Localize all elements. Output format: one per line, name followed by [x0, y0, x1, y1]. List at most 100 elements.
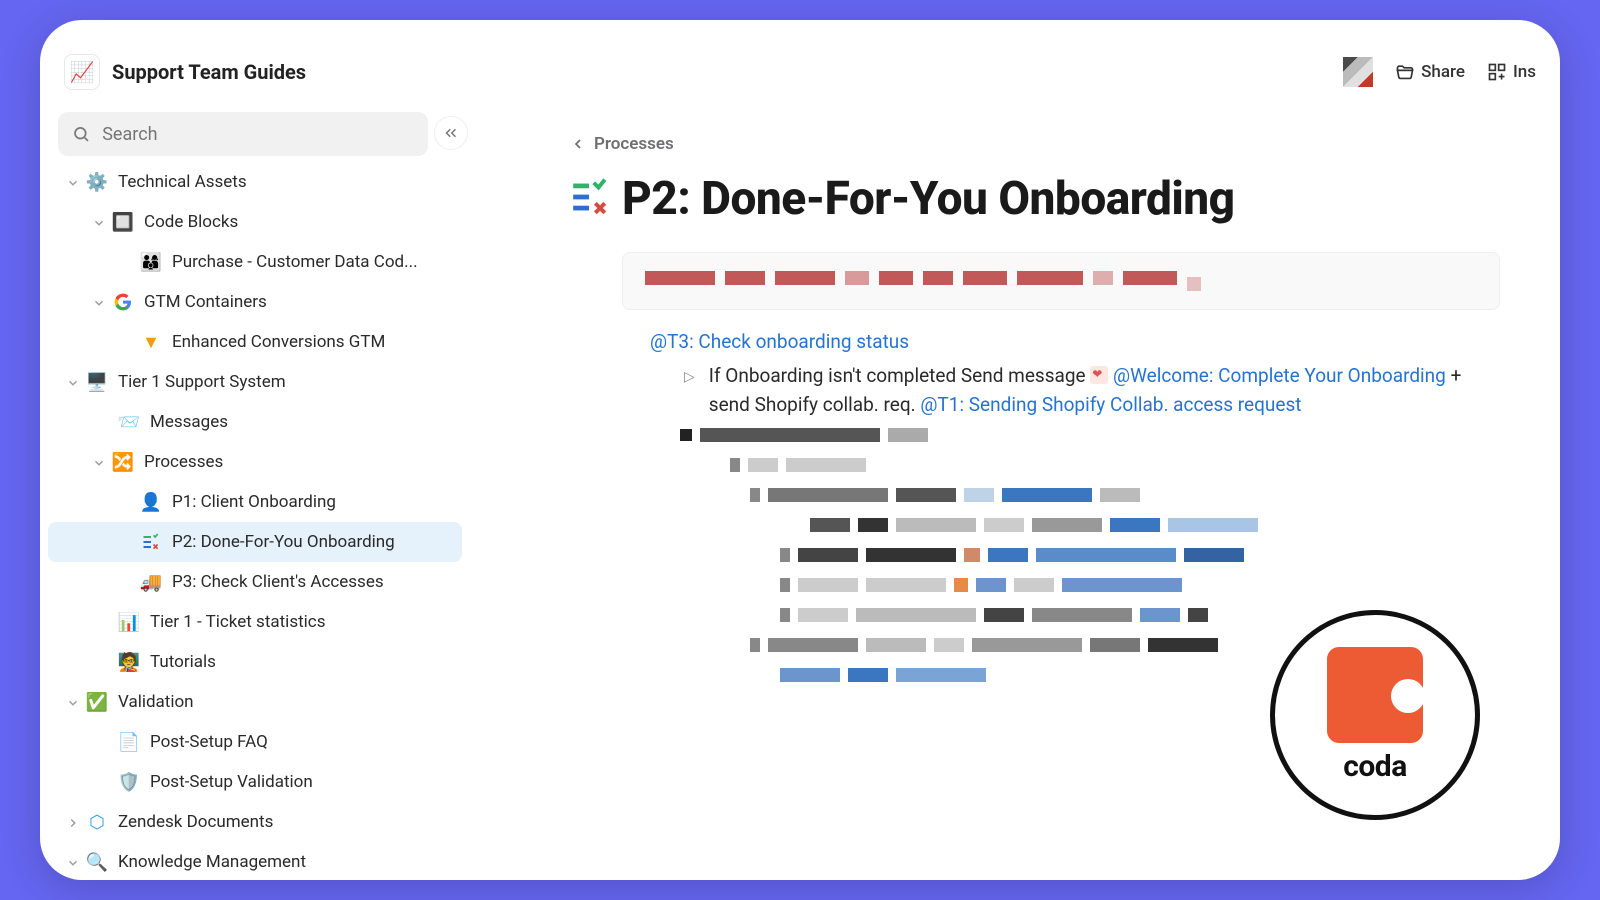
- sidebar-item-icon: [140, 531, 162, 553]
- sidebar-item[interactable]: 🔲 Code Blocks: [48, 202, 462, 242]
- sidebar-item[interactable]: 🔀 Processes: [48, 442, 462, 482]
- triangle-bullet-icon: ▷: [684, 367, 695, 420]
- sidebar-item-icon: ⬡: [86, 811, 108, 833]
- checklist-icon: [570, 178, 608, 220]
- sidebar-item-label: Knowledge Management: [118, 852, 306, 872]
- sidebar-item-icon: 👤: [140, 491, 162, 513]
- folder-open-icon: [1395, 62, 1415, 82]
- sidebar-item[interactable]: 🚚 P3: Check Client's Accesses: [48, 562, 462, 602]
- sidebar-item-icon: ⚙️: [86, 171, 108, 193]
- sidebar[interactable]: ⚙️ Technical Assets 🔲 Code Blocks 👨‍👩‍👦 Purch…: [48, 162, 462, 880]
- sidebar-item-icon: 📊: [118, 611, 140, 633]
- chevron-down-icon[interactable]: [66, 375, 80, 389]
- sidebar-item-label: Processes: [144, 452, 223, 472]
- doc-title[interactable]: Support Team Guides: [112, 60, 306, 84]
- sidebar-item-icon: [112, 291, 134, 313]
- chevron-down-icon[interactable]: [92, 455, 106, 469]
- sidebar-item-label: Tutorials: [150, 652, 216, 672]
- sidebar-item-icon: 🔲: [112, 211, 134, 233]
- coda-logo-text: coda: [1343, 749, 1407, 784]
- sidebar-item-label: Tier 1 Support System: [118, 372, 286, 392]
- sidebar-item[interactable]: 🛡️ Post-Setup Validation: [48, 762, 462, 802]
- sidebar-item-label: P2: Done-For-You Onboarding: [172, 532, 395, 552]
- chevron-down-icon[interactable]: [92, 295, 106, 309]
- sidebar-item-icon: 📨: [118, 411, 140, 433]
- sidebar-item-icon: ▼: [140, 331, 162, 353]
- sidebar-item-label: Messages: [150, 412, 228, 432]
- insert-button[interactable]: Ins: [1487, 62, 1536, 82]
- sidebar-item[interactable]: 👤 P1: Client Onboarding: [48, 482, 462, 522]
- collapse-sidebar-button[interactable]: [434, 116, 468, 150]
- search-icon: [72, 124, 90, 144]
- share-label: Share: [1421, 62, 1465, 82]
- sidebar-item[interactable]: 📨 Messages: [48, 402, 462, 442]
- obscured-content: [680, 428, 1310, 682]
- sidebar-item[interactable]: 🔍 Knowledge Management: [48, 842, 462, 880]
- sidebar-item[interactable]: ⚙️ Technical Assets: [48, 162, 462, 202]
- chevron-right-icon[interactable]: [66, 815, 80, 829]
- sidebar-item-icon: 🛡️: [118, 771, 140, 793]
- topbar: 📈 Support Team Guides Share Ins: [40, 46, 1560, 98]
- search-box[interactable]: [58, 112, 428, 156]
- page-header: P2: Done-For-You Onboarding: [570, 172, 1520, 226]
- sidebar-item[interactable]: 🖥️ Tier 1 Support System: [48, 362, 462, 402]
- doc-icon[interactable]: 📈: [64, 54, 100, 90]
- insert-label: Ins: [1513, 62, 1536, 82]
- sidebar-item-icon: 🚚: [140, 571, 162, 593]
- breadcrumb-label: Processes: [594, 134, 674, 154]
- sidebar-item-icon: 🔀: [112, 451, 134, 473]
- sidebar-item-label: Code Blocks: [144, 212, 238, 232]
- sidebar-item[interactable]: P2: Done-For-You Onboarding: [48, 522, 462, 562]
- body-block: ▷ If Onboarding isn't completed Send mes…: [684, 361, 1500, 420]
- avatar[interactable]: [1343, 57, 1373, 87]
- sidebar-item-icon: 🧑‍🏫: [118, 651, 140, 673]
- heart-icon: [1090, 366, 1108, 384]
- sidebar-item[interactable]: 📄 Post-Setup FAQ: [48, 722, 462, 762]
- doc-icon-emoji: 📈: [70, 60, 95, 84]
- list-item: ▷ If Onboarding isn't completed Send mes…: [684, 361, 1500, 420]
- sidebar-item-icon: 👨‍👩‍👦: [140, 251, 162, 273]
- sidebar-item[interactable]: ✅ Validation: [48, 682, 462, 722]
- page-title: P2: Done-For-You Onboarding: [622, 172, 1235, 226]
- share-button[interactable]: Share: [1395, 62, 1465, 82]
- sidebar-item[interactable]: GTM Containers: [48, 282, 462, 322]
- coda-logo-badge: coda: [1270, 610, 1480, 820]
- sidebar-item-label: Post-Setup Validation: [150, 772, 313, 792]
- sidebar-item-icon: ✅: [86, 691, 108, 713]
- sidebar-item-icon: 🔍: [86, 851, 108, 873]
- sidebar-item-label: Post-Setup FAQ: [150, 732, 268, 752]
- callout-block: [622, 252, 1500, 310]
- sidebar-item[interactable]: 🧑‍🏫 Tutorials: [48, 642, 462, 682]
- sidebar-item[interactable]: 📊 Tier 1 - Ticket statistics: [48, 602, 462, 642]
- sidebar-item[interactable]: 👨‍👩‍👦 Purchase - Customer Data Cod...: [48, 242, 462, 282]
- topbar-right: Share Ins: [1343, 57, 1536, 87]
- sidebar-item-label: Purchase - Customer Data Cod...: [172, 252, 418, 272]
- breadcrumb[interactable]: Processes: [570, 134, 1520, 154]
- sidebar-item-label: GTM Containers: [144, 292, 267, 312]
- app-frame: 📈 Support Team Guides Share Ins ⚙️ Techni…: [40, 20, 1560, 880]
- chevron-double-left-icon: [442, 124, 460, 142]
- coda-logo-icon: [1327, 647, 1423, 743]
- sidebar-item-icon: 📄: [118, 731, 140, 753]
- sidebar-item-label: Validation: [118, 692, 194, 712]
- sidebar-item-label: Tier 1 - Ticket statistics: [150, 612, 325, 632]
- chevron-left-icon: [570, 136, 586, 152]
- grid-plus-icon: [1487, 62, 1507, 82]
- link-t3[interactable]: @T3: Check onboarding status: [650, 330, 1520, 353]
- chevron-down-icon[interactable]: [66, 175, 80, 189]
- sidebar-item-label: Enhanced Conversions GTM: [172, 332, 385, 352]
- sidebar-item[interactable]: ⬡ Zendesk Documents: [48, 802, 462, 842]
- chevron-down-icon[interactable]: [66, 855, 80, 869]
- body-text: If Onboarding isn't completed Send messa…: [709, 361, 1500, 420]
- sidebar-item-label: P1: Client Onboarding: [172, 492, 336, 512]
- sidebar-item-label: P3: Check Client's Accesses: [172, 572, 384, 592]
- sidebar-item-label: Technical Assets: [118, 172, 247, 192]
- sidebar-item-icon: 🖥️: [86, 371, 108, 393]
- sidebar-item-label: Zendesk Documents: [118, 812, 273, 832]
- link-t1[interactable]: @T1: Sending Shopify Collab. access requ…: [920, 393, 1301, 416]
- chevron-down-icon[interactable]: [92, 215, 106, 229]
- chevron-down-icon[interactable]: [66, 695, 80, 709]
- sidebar-item[interactable]: ▼ Enhanced Conversions GTM: [48, 322, 462, 362]
- link-welcome[interactable]: @Welcome: Complete Your Onboarding: [1113, 364, 1446, 387]
- search-input[interactable]: [102, 124, 414, 145]
